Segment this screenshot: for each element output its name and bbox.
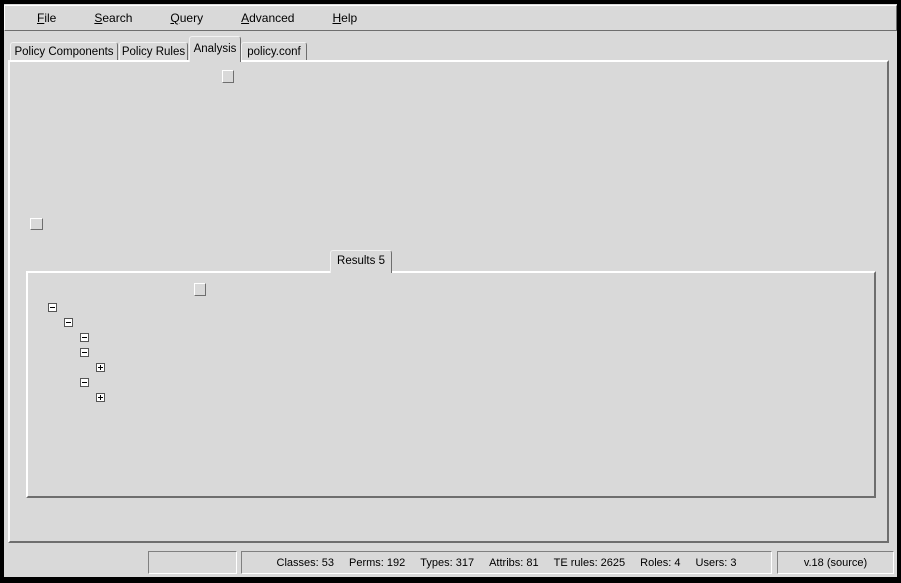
results-page-panel <box>26 271 876 498</box>
window-border <box>897 0 901 583</box>
tab-policy-conf[interactable]: policy.conf <box>241 42 307 61</box>
window-border <box>0 0 901 4</box>
tree-toggle-icon[interactable] <box>80 333 89 342</box>
status-version: v.18 (source) <box>777 551 894 574</box>
tab-analysis[interactable]: Analysis <box>189 36 241 62</box>
stat-roles: Roles: 4 <box>640 557 680 569</box>
stat-attribs: Attribs: 81 <box>489 557 539 569</box>
sash-handle[interactable] <box>194 283 206 296</box>
window-border <box>0 577 901 583</box>
stat-classes: Classes: 53 <box>277 557 334 569</box>
tree-toggle-icon[interactable] <box>96 363 105 372</box>
tree-toggle-icon[interactable] <box>48 303 57 312</box>
tree-toggle-icon[interactable] <box>80 348 89 357</box>
menu-advanced[interactable]: Advanced <box>241 11 294 25</box>
menu-search[interactable]: Search <box>94 11 132 25</box>
tree-toggle-icon[interactable] <box>96 393 105 402</box>
tree-toggle-icon[interactable] <box>64 318 73 327</box>
stat-users: Users: 3 <box>696 557 737 569</box>
stat-types: Types: 317 <box>420 557 474 569</box>
menu-help[interactable]: Help <box>332 11 357 25</box>
status-stats: Classes: 53 Perms: 192 Types: 317 Attrib… <box>241 551 772 574</box>
tab-policy-components[interactable]: Policy Components <box>10 42 118 61</box>
menu-query[interactable]: Query <box>170 11 203 25</box>
sash-handle[interactable] <box>222 70 234 83</box>
menu-file[interactable]: File <box>37 11 56 25</box>
stat-te-rules: TE rules: 2625 <box>554 557 626 569</box>
menu-bar: File Search Query Advanced Help <box>4 5 897 31</box>
tree-toggle-icon[interactable] <box>80 378 89 387</box>
apol-window: File Search Query Advanced Help Policy C… <box>0 0 901 583</box>
stat-perms: Perms: 192 <box>349 557 405 569</box>
window-border <box>0 0 4 583</box>
sash-handle[interactable] <box>30 218 43 230</box>
status-left-box <box>148 551 237 574</box>
tab-policy-rules[interactable]: Policy Rules <box>119 42 188 61</box>
results-tab-5[interactable]: Results 5 <box>330 250 392 273</box>
